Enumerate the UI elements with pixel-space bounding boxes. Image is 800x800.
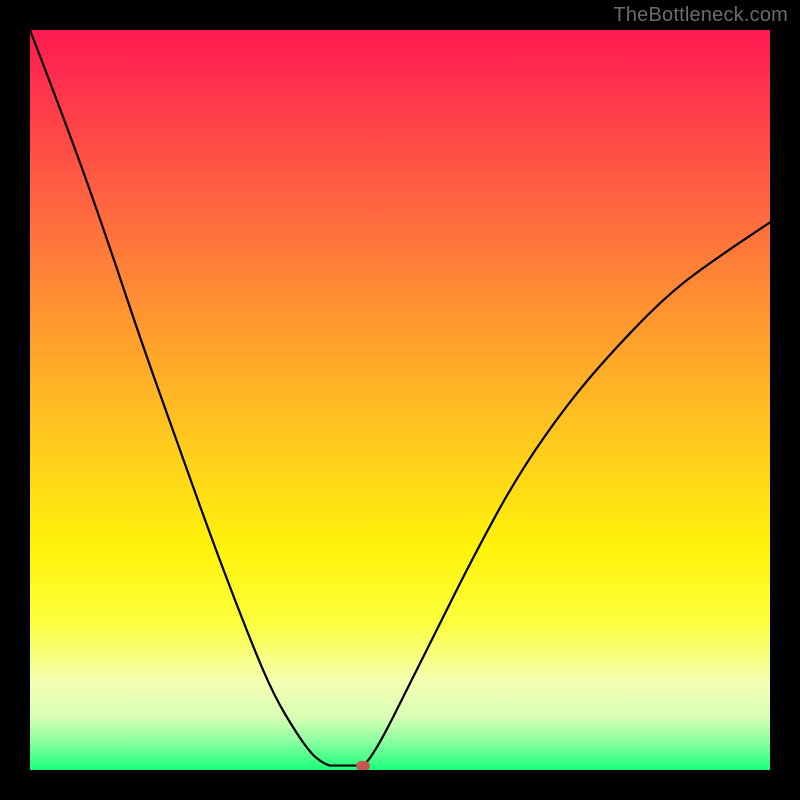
bottleneck-curve [30, 30, 770, 770]
plot-area [30, 30, 770, 770]
chart-frame: TheBottleneck.com [0, 0, 800, 800]
optimal-point-marker [356, 761, 370, 770]
watermark-text: TheBottleneck.com [613, 4, 788, 27]
